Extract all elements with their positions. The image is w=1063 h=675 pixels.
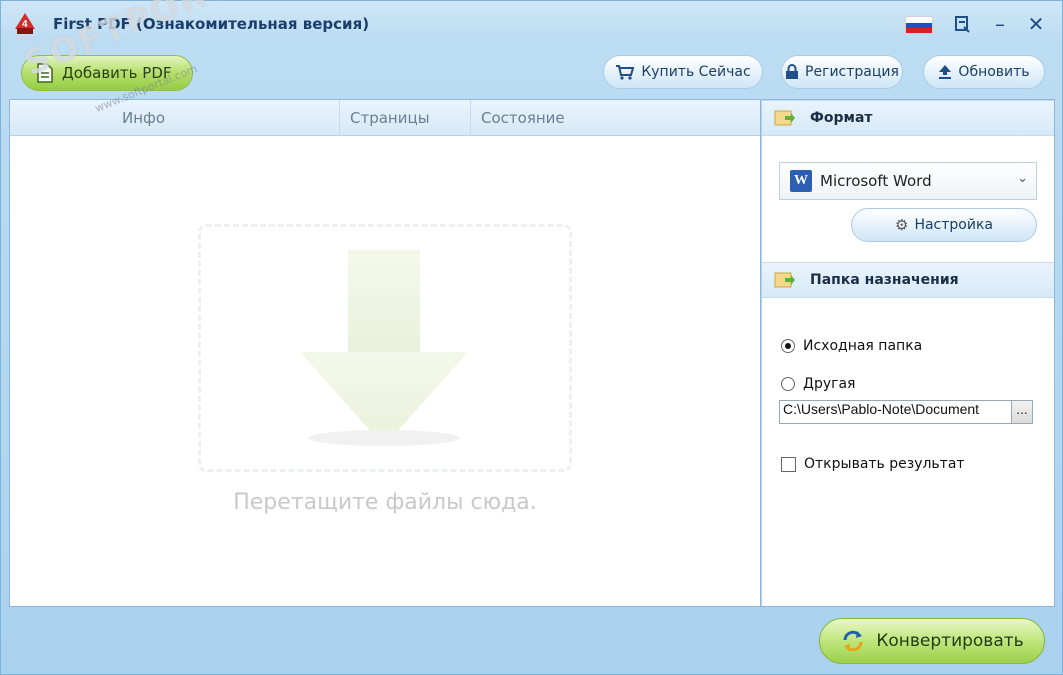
radio-other-folder-label: Другая xyxy=(803,376,856,392)
convert-button[interactable]: Конвертировать xyxy=(819,618,1045,664)
destination-section-title: Папка назначения xyxy=(810,272,959,288)
register-button[interactable]: Регистрация xyxy=(781,55,903,89)
column-header-status[interactable]: Состояние xyxy=(471,100,760,136)
update-label: Обновить xyxy=(958,64,1030,80)
down-arrow-icon xyxy=(300,250,468,446)
column-header-pages[interactable]: Страницы xyxy=(340,100,471,136)
buy-now-button[interactable]: Купить Сейчас xyxy=(603,55,763,89)
title-bar: 4 First PDF (Ознакомительная версия) – ✕ xyxy=(1,1,1062,49)
format-dropdown[interactable]: W Microsoft Word ⌄ xyxy=(779,162,1037,200)
update-button[interactable]: Обновить xyxy=(923,55,1045,89)
browse-button[interactable]: ... xyxy=(1011,400,1033,424)
folder-arrow-icon xyxy=(774,272,795,288)
app-logo-icon: 4 xyxy=(15,13,35,34)
file-list-panel[interactable]: Инфо Страницы Состояние Перетащите файлы… xyxy=(9,99,761,607)
radio-source-folder-label: Исходная папка xyxy=(803,338,923,354)
settings-panel: Формат W Microsoft Word ⌄ ⚙ Настройка Па… xyxy=(761,99,1055,607)
window-title: First PDF (Ознакомительная версия) xyxy=(53,15,370,33)
buy-now-label: Купить Сейчас xyxy=(641,64,751,80)
word-icon: W xyxy=(790,170,812,192)
convert-label: Конвертировать xyxy=(876,631,1024,651)
drop-hint-text: Перетащите файлы сюда. xyxy=(233,490,537,515)
russian-flag-icon[interactable] xyxy=(905,16,933,34)
add-file-icon xyxy=(37,63,53,83)
open-result-label: Открывать результат xyxy=(804,456,965,472)
radio-source-folder[interactable]: Исходная папка xyxy=(781,338,922,354)
radio-other-folder-button[interactable] xyxy=(781,377,795,391)
lock-icon xyxy=(786,64,799,79)
column-header-info[interactable]: Инфо xyxy=(10,100,340,136)
settings-button[interactable]: ⚙ Настройка xyxy=(851,208,1037,242)
cart-icon xyxy=(616,65,635,80)
svg-text:4: 4 xyxy=(22,19,28,30)
chevron-down-icon: ⌄ xyxy=(1017,171,1028,186)
drop-zone[interactable] xyxy=(198,224,572,472)
toolbar: Добавить PDF Купить Сейчас Регистрация О… xyxy=(9,49,1055,99)
close-icon[interactable]: ✕ xyxy=(1023,11,1049,37)
open-result-checkbox[interactable] xyxy=(781,456,796,472)
format-dropdown-value: Microsoft Word xyxy=(820,172,932,190)
format-section-header: Формат xyxy=(762,100,1054,136)
settings-label: Настройка xyxy=(914,217,993,233)
app-window: 4 First PDF (Ознакомительная версия) – ✕… xyxy=(0,0,1063,675)
convert-icon xyxy=(843,630,863,652)
folder-arrow-icon xyxy=(774,110,795,126)
add-pdf-label: Добавить PDF xyxy=(62,64,172,82)
upload-arrow-icon xyxy=(939,65,952,79)
list-header: Инфо Страницы Состояние xyxy=(10,100,760,136)
add-pdf-button[interactable]: Добавить PDF xyxy=(21,55,193,91)
minimize-icon[interactable]: – xyxy=(987,11,1013,37)
gear-icon: ⚙ xyxy=(895,216,909,234)
open-result-checkbox-row[interactable]: Открывать результат xyxy=(781,456,965,472)
menu-icon[interactable] xyxy=(949,11,975,37)
radio-other-folder[interactable]: Другая xyxy=(781,376,855,392)
register-label: Регистрация xyxy=(805,64,899,80)
destination-section-header: Папка назначения xyxy=(762,262,1054,298)
output-path-field[interactable]: C:\Users\Pablo-Note\Document xyxy=(779,400,1012,424)
radio-source-folder-button[interactable] xyxy=(781,339,795,353)
format-section-title: Формат xyxy=(810,110,873,126)
